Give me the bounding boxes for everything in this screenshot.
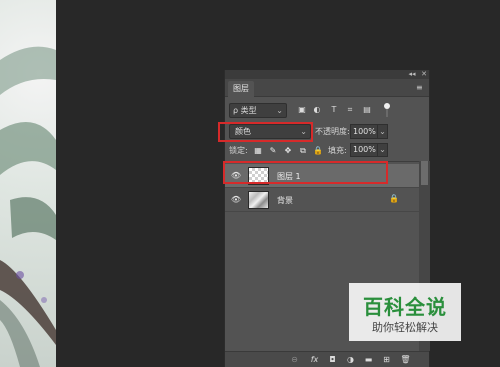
- blend-mode-value: 颜色: [235, 127, 251, 136]
- layer-name: 图层 1: [277, 172, 301, 181]
- fill-label: 填充:: [328, 146, 347, 155]
- fx-icon[interactable]: fx: [309, 354, 320, 365]
- watermark-subtitle: 助你轻松解决: [372, 321, 438, 334]
- opacity-dropdown-button[interactable]: ⌄: [378, 124, 388, 139]
- filter-toggle[interactable]: [384, 103, 390, 118]
- opacity-label: 不透明度:: [315, 127, 350, 136]
- filter-kind-label: ρ 类型: [233, 106, 257, 115]
- filter-kind-select[interactable]: ρ 类型 ⌄: [229, 103, 287, 118]
- lock-icon: 🔒: [389, 194, 399, 203]
- shape-filter-icon[interactable]: ⌗: [345, 105, 355, 115]
- pixel-filter-icon[interactable]: ▣: [297, 105, 307, 115]
- chevron-down-icon: ⌄: [276, 106, 283, 115]
- panel-tab-bar: 图层 ≡: [225, 79, 429, 97]
- layer-thumbnail: [248, 167, 269, 185]
- chevron-down-icon: ⌄: [300, 127, 307, 136]
- tab-layers[interactable]: 图层: [228, 81, 254, 97]
- lock-all-icon[interactable]: 🔒: [313, 145, 323, 156]
- fill-dropdown-button[interactable]: ⌄: [378, 143, 388, 157]
- smart-object-filter-icon[interactable]: ▤: [362, 105, 372, 115]
- panel-menu-icon[interactable]: ≡: [416, 84, 425, 92]
- layer-filter-row: ρ 类型 ⌄ ▣ ◐ T ⌗ ▤: [225, 103, 429, 119]
- scrollbar-thumb[interactable]: [421, 161, 428, 185]
- blend-mode-select[interactable]: 颜色 ⌄: [229, 124, 311, 139]
- lock-label: 锁定:: [229, 146, 248, 155]
- lock-fill-row: 锁定: ▦ ✎ ✥ ⧉ 🔒 填充: 100% ⌄: [225, 143, 429, 159]
- collapse-panel-icon[interactable]: ◂◂: [407, 70, 417, 79]
- link-layers-icon[interactable]: ⊖: [289, 354, 300, 365]
- trash-icon[interactable]: 🗑: [400, 354, 411, 365]
- close-panel-icon[interactable]: ✕: [419, 70, 429, 79]
- lock-artboard-icon[interactable]: ⧉: [298, 145, 308, 156]
- watermark-title: 百科全说: [363, 295, 447, 319]
- watermark: 百科全说 助你轻松解决: [349, 283, 461, 341]
- lock-image-pixels-icon[interactable]: ✎: [268, 145, 278, 156]
- layer-thumbnail: [248, 191, 269, 209]
- panel-title-bar[interactable]: ◂◂ ✕: [225, 70, 429, 79]
- layer-row-background[interactable]: 👁 背景 🔒: [225, 188, 419, 212]
- opacity-input[interactable]: 100%: [350, 124, 378, 139]
- layer-row-layer-1[interactable]: 👁 图层 1: [225, 164, 419, 188]
- blend-opacity-row: 颜色 ⌄ 不透明度: 100% ⌄: [225, 123, 429, 141]
- type-filter-icon[interactable]: T: [329, 105, 339, 115]
- folder-group-icon[interactable]: ▬: [363, 354, 374, 365]
- lock-position-icon[interactable]: ✥: [283, 145, 293, 156]
- add-mask-icon[interactable]: ◘: [327, 354, 338, 365]
- layer-name: 背景: [277, 196, 293, 205]
- document-canvas[interactable]: [0, 0, 56, 367]
- fill-input[interactable]: 100%: [350, 143, 378, 157]
- adjustment-layer-icon[interactable]: ◑: [345, 354, 356, 365]
- canvas-image: [0, 46, 56, 367]
- visibility-eye-icon[interactable]: 👁: [230, 170, 242, 182]
- toggle-stem: [386, 109, 388, 117]
- visibility-eye-icon[interactable]: 👁: [230, 194, 242, 206]
- panel-footer: ⊖ fx ◘ ◑ ▬ ⊞ 🗑: [225, 351, 429, 367]
- adjustment-filter-icon[interactable]: ◐: [312, 105, 322, 115]
- lock-transparent-pixels-icon[interactable]: ▦: [253, 145, 263, 156]
- new-layer-icon[interactable]: ⊞: [381, 354, 392, 365]
